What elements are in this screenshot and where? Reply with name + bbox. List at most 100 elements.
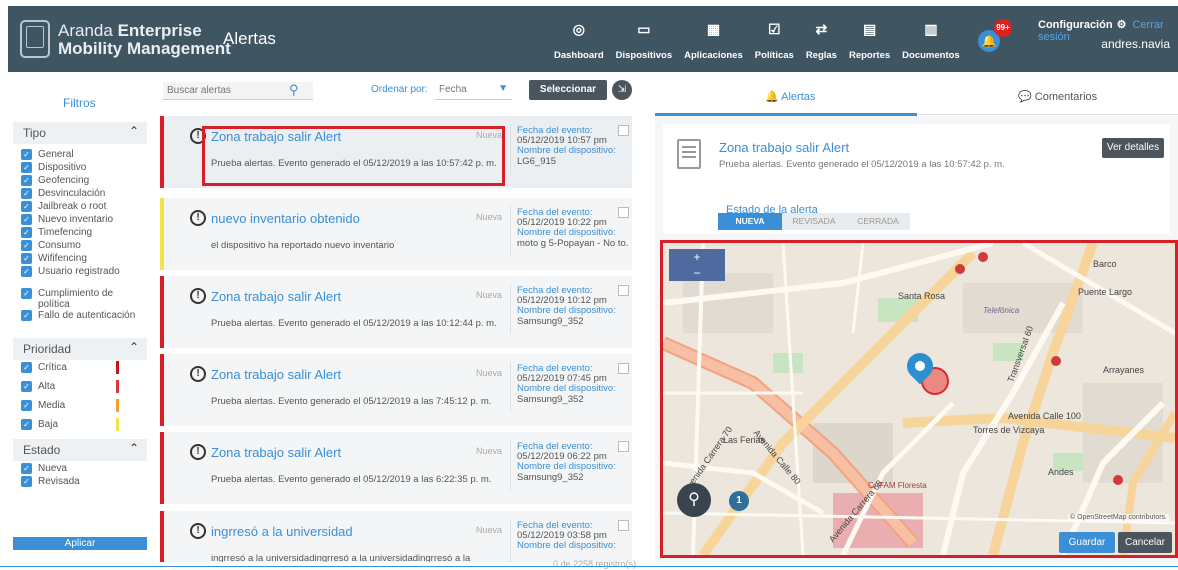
checkbox-checked-icon[interactable]: ✓ bbox=[21, 162, 32, 173]
checkbox-checked-icon[interactable]: ✓ bbox=[21, 188, 32, 199]
select-all-button[interactable]: Seleccionar todos bbox=[529, 80, 607, 115]
policies-icon: ☑ bbox=[767, 21, 781, 37]
cancel-button[interactable]: Cancelar bbox=[1118, 532, 1172, 553]
alert-title[interactable]: Zona trabajo salir Alert bbox=[211, 367, 341, 382]
checkbox-checked-icon[interactable]: ✓ bbox=[21, 175, 32, 186]
alert-title[interactable]: Zona trabajo salir Alert bbox=[211, 445, 341, 460]
checkbox-checked-icon[interactable]: ✓ bbox=[21, 463, 32, 474]
filter-checkbox-item[interactable]: ✓ Wififencing bbox=[21, 253, 145, 264]
map-poi-marker bbox=[1051, 356, 1061, 366]
search-icon[interactable]: ⚲ bbox=[289, 82, 303, 97]
map-cluster-marker[interactable]: 1 bbox=[729, 491, 749, 511]
dashboard-icon: ◎ bbox=[572, 21, 585, 37]
checkbox-checked-icon[interactable]: ✓ bbox=[21, 253, 32, 264]
state-tab-nueva[interactable]: NUEVA bbox=[718, 213, 782, 230]
tab-alerts[interactable]: 🔔 Alertas bbox=[655, 90, 917, 116]
filter-checkbox-item[interactable]: ✓ Desvinculación bbox=[21, 188, 145, 199]
chevron-up-icon: ⌃ bbox=[128, 124, 139, 138]
filter-checkbox-item[interactable]: ✓ Alta bbox=[21, 380, 145, 393]
alert-select-checkbox[interactable] bbox=[618, 363, 629, 374]
document-icon bbox=[677, 139, 701, 169]
filter-checkbox-item[interactable]: ✓ Jailbreak o root bbox=[21, 201, 145, 212]
filter-checkbox-item[interactable]: ✓ Cumplimiento de política bbox=[21, 288, 145, 310]
checkbox-checked-icon[interactable]: ✓ bbox=[21, 214, 32, 225]
alert-list-item[interactable]: ! Zona trabajo salir Alert Prueba alertas.… bbox=[160, 354, 632, 426]
checkbox-checked-icon[interactable]: ✓ bbox=[21, 288, 32, 299]
sort-select[interactable]: Fecha ▼ bbox=[435, 82, 512, 100]
alert-list-item[interactable]: ! nuevo inventario obtenido el dispositivo… bbox=[160, 198, 632, 270]
alert-select-checkbox[interactable] bbox=[618, 125, 629, 136]
filter-checkbox-item[interactable]: ✓ Geofencing bbox=[21, 175, 145, 186]
export-icon[interactable]: ⇲ bbox=[612, 80, 632, 100]
zoom-out-button[interactable]: − bbox=[669, 265, 725, 281]
detail-title: Zona trabajo salir Alert bbox=[719, 140, 850, 155]
checkbox-checked-icon[interactable]: ✓ bbox=[21, 476, 32, 487]
osm-credit[interactable]: © OpenStreetMap contributors. bbox=[1068, 514, 1169, 521]
filter-checkbox-item[interactable]: ✓ Usuario registrado bbox=[21, 266, 145, 277]
nav-reportes[interactable]: ▤ Reportes bbox=[843, 18, 896, 61]
alert-select-checkbox[interactable] bbox=[618, 520, 629, 531]
filter-checkbox-item[interactable]: ✓ Fallo de autenticación bbox=[21, 310, 145, 321]
state-tab-cerrada[interactable]: CERRADA bbox=[846, 213, 910, 230]
location-marker-icon[interactable]: ⚲ bbox=[677, 483, 711, 517]
checkbox-checked-icon[interactable]: ✓ bbox=[21, 419, 32, 430]
filter-checkbox-item[interactable]: ✓ Timefencing bbox=[21, 227, 145, 238]
alert-title[interactable]: ingrresó a la universidad bbox=[211, 524, 353, 539]
tab-comments[interactable]: 💬 Comentarios bbox=[1018, 90, 1097, 103]
filter-checkbox-item[interactable]: ✓ Revisada bbox=[21, 476, 145, 487]
page-title: Alertas bbox=[223, 29, 276, 48]
map[interactable]: Avenida Calle 80 Avenida Carrera 70 Aven… bbox=[660, 240, 1178, 558]
filter-checkbox-item[interactable]: ✓ General bbox=[21, 149, 145, 160]
nav-políticas[interactable]: ☑ Políticas bbox=[749, 18, 800, 61]
filter-section-header[interactable]: Tipo ⌃ bbox=[13, 122, 147, 144]
nav-dashboard[interactable]: ◎ Dashboard bbox=[548, 18, 610, 61]
nav-documentos[interactable]: ▥ Documentos bbox=[896, 18, 966, 61]
checkbox-checked-icon[interactable]: ✓ bbox=[21, 240, 32, 251]
alert-list-item[interactable]: ! Zona trabajo salir Alert Prueba alertas.… bbox=[160, 432, 632, 504]
priority-indicator bbox=[160, 276, 164, 348]
alert-exclamation-icon: ! bbox=[190, 210, 206, 226]
alert-list-item[interactable]: ! ingrresó a la universidad ingrresó a la … bbox=[160, 511, 632, 562]
alert-title[interactable]: Zona trabajo salir Alert bbox=[211, 289, 341, 304]
map-street-label: CAFAM Floresta bbox=[868, 481, 927, 490]
filter-checkbox-item[interactable]: ✓ Nueva bbox=[21, 463, 145, 474]
filter-checkbox-item[interactable]: ✓ Consumo bbox=[21, 240, 145, 251]
alert-description: ingrresó a la universidadingrresó a la u… bbox=[211, 553, 471, 562]
alert-title[interactable]: nuevo inventario obtenido bbox=[211, 211, 360, 226]
save-button[interactable]: Guardar bbox=[1059, 532, 1115, 553]
device-name: LG6_915 bbox=[517, 156, 557, 167]
filter-checkbox-item[interactable]: ✓ Crítica bbox=[21, 361, 145, 374]
apps-grid-icon: ▦ bbox=[706, 21, 721, 37]
filters-sidebar: Filtros Tipo ⌃ ✓ General ✓ Dispositivo ✓ Geofen… bbox=[13, 82, 147, 552]
view-details-button[interactable]: Ver detalles bbox=[1102, 138, 1164, 158]
filter-section-header[interactable]: Prioridad ⌃ bbox=[13, 338, 147, 360]
apply-filters-button[interactable]: Aplicar bbox=[13, 537, 147, 550]
nav-reglas[interactable]: ⇄ Reglas bbox=[800, 18, 843, 61]
checkbox-checked-icon[interactable]: ✓ bbox=[21, 149, 32, 160]
alert-select-checkbox[interactable] bbox=[618, 207, 629, 218]
device-name-label: Nombre del dispositivo: bbox=[517, 305, 616, 316]
checkbox-checked-icon[interactable]: ✓ bbox=[21, 201, 32, 212]
filter-checkbox-item[interactable]: ✓ Baja bbox=[21, 418, 145, 431]
alert-list-item[interactable]: ! Zona trabajo salir Alert Prueba alertas.… bbox=[160, 276, 632, 348]
filter-checkbox-item[interactable]: ✓ Media bbox=[21, 399, 145, 412]
filter-section-header[interactable]: Estado ⌃ bbox=[13, 439, 147, 461]
state-tab-revisada[interactable]: REVISADA bbox=[782, 213, 846, 230]
record-count: 0 de 2258 registro(s) bbox=[553, 559, 637, 569]
alert-select-checkbox[interactable] bbox=[618, 285, 629, 296]
checkbox-checked-icon[interactable]: ✓ bbox=[21, 310, 32, 321]
checkbox-checked-icon[interactable]: ✓ bbox=[21, 266, 32, 277]
filter-checkbox-item[interactable]: ✓ Nuevo inventario bbox=[21, 214, 145, 225]
main-nav: ◎ Dashboard ▭ Dispositivos ▦ Aplicaciones ☑ Pol… bbox=[548, 18, 966, 61]
caret-down-icon: ▼ bbox=[498, 83, 508, 94]
map-street-label: Telefónica bbox=[983, 306, 1020, 315]
checkbox-checked-icon[interactable]: ✓ bbox=[21, 227, 32, 238]
alert-select-checkbox[interactable] bbox=[618, 441, 629, 452]
nav-dispositivos[interactable]: ▭ Dispositivos bbox=[610, 18, 679, 61]
checkbox-checked-icon[interactable]: ✓ bbox=[21, 381, 32, 392]
nav-aplicaciones[interactable]: ▦ Aplicaciones bbox=[678, 18, 749, 61]
checkbox-checked-icon[interactable]: ✓ bbox=[21, 362, 32, 373]
checkbox-checked-icon[interactable]: ✓ bbox=[21, 400, 32, 411]
filter-checkbox-item[interactable]: ✓ Dispositivo bbox=[21, 162, 145, 173]
zoom-in-button[interactable]: + bbox=[669, 249, 725, 265]
